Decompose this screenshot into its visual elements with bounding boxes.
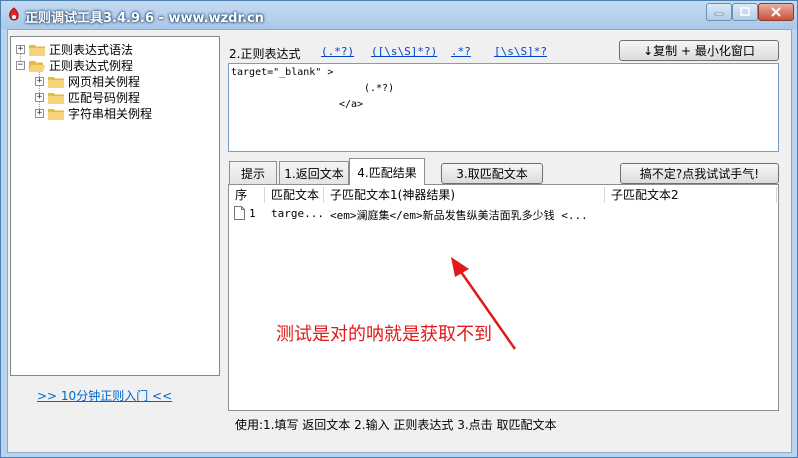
usage-instructions: 使用:1.填写 返回文本 2.输入 正则表达式 3.点击 取匹配文本 — [235, 418, 557, 432]
tab-match-results[interactable]: 4.匹配结果 — [349, 158, 425, 185]
row-match: targe... — [271, 207, 324, 220]
maximize-icon — [740, 7, 750, 16]
tree-item-web[interactable]: + 网页相关例程 — [35, 73, 140, 89]
tab-source-text[interactable]: 1.返回文本 — [279, 161, 349, 184]
column-header-match[interactable]: 匹配文本 — [265, 187, 324, 203]
quick-insert-any-lazy[interactable]: ([\s\S]*?) — [371, 45, 437, 58]
regex-line: target="_blank" > — [231, 67, 334, 78]
table-row[interactable]: 1 targe... <em>澜庭集</em>新品发售纵美洁面乳多少钱 <... — [229, 205, 777, 223]
column-header-sub1[interactable]: 子匹配文本1(神器结果) — [324, 187, 605, 203]
tree-item-syntax[interactable]: + 正则表达式语法 — [16, 41, 133, 57]
intro-link[interactable]: >> 10分钟正则入门 << — [37, 387, 172, 404]
expand-icon[interactable]: + — [35, 76, 44, 86]
tab-hint[interactable]: 提示 — [229, 161, 277, 184]
title-bar[interactable]: 正则调试工具3.4.9.6 - www.wzdr.cn — [1, 1, 797, 29]
folder-icon — [48, 92, 64, 104]
document-icon — [234, 206, 245, 220]
regex-line: (.*?) — [364, 83, 395, 94]
tree-item-examples[interactable]: − 正则表达式例程 — [16, 57, 133, 73]
quick-insert-dot-lazy[interactable]: .*? — [451, 45, 471, 58]
tree-item-label: 网页相关例程 — [68, 74, 141, 89]
collapse-icon[interactable]: − — [16, 60, 25, 70]
app-icon — [9, 7, 19, 21]
results-panel: 序 匹配文本 子匹配文本1(神器结果) 子匹配文本2 1 targe... <e… — [228, 184, 779, 411]
annotation-text: 测试是对的呐就是获取不到 — [276, 324, 492, 345]
regex-label: 2.正则表达式 — [229, 47, 301, 61]
window-title: 正则调试工具3.4.9.6 - www.wzdr.cn — [25, 11, 264, 26]
expand-icon[interactable]: + — [35, 92, 44, 102]
expand-icon[interactable]: + — [16, 44, 25, 54]
row-index: 1 — [249, 207, 256, 220]
regex-line: </a> — [339, 99, 364, 110]
folder-icon — [48, 76, 64, 88]
client-area: + 正则表达式语法 − 正则表达式例程 + 网页相关例程 + 匹配号码例程 + — [7, 29, 792, 453]
folder-open-icon — [29, 60, 45, 72]
tree-item-label: 字符串相关例程 — [68, 106, 153, 121]
tree-item-string[interactable]: + 字符串相关例程 — [35, 105, 152, 121]
try-luck-button[interactable]: 搞不定?点我试试手气! — [620, 163, 779, 184]
expand-icon[interactable]: + — [35, 108, 44, 118]
tree-item-label: 匹配号码例程 — [68, 90, 141, 105]
quick-insert-lazy[interactable]: (.*?) — [321, 45, 354, 58]
example-tree[interactable]: + 正则表达式语法 − 正则表达式例程 + 网页相关例程 + 匹配号码例程 + — [10, 36, 220, 376]
column-header-sub2[interactable]: 子匹配文本2 — [605, 187, 777, 203]
copy-minimize-button[interactable]: ↓复制 + 最小化窗口 — [619, 40, 779, 61]
get-match-button[interactable]: 3.取匹配文本 — [441, 163, 543, 184]
tree-item-label: 正则表达式例程 — [49, 58, 134, 73]
quick-insert-ws-lazy[interactable]: [\s\S]*? — [494, 45, 547, 58]
tree-item-label: 正则表达式语法 — [49, 42, 134, 57]
maximize-button[interactable] — [732, 3, 758, 21]
close-icon — [771, 7, 781, 17]
column-header-index[interactable]: 序 — [229, 187, 265, 203]
close-button[interactable] — [758, 3, 794, 21]
minimize-button[interactable] — [706, 3, 732, 21]
regex-input[interactable]: target="_blank" > (.*?) </a> — [228, 63, 779, 152]
tree-item-number[interactable]: + 匹配号码例程 — [35, 89, 140, 105]
minimize-icon — [714, 12, 724, 16]
app-window: 正则调试工具3.4.9.6 - www.wzdr.cn + 正则表达式语法 − … — [0, 0, 798, 458]
folder-icon — [29, 44, 45, 56]
row-sub1: <em>澜庭集</em>新品发售纵美洁面乳多少钱 <... — [330, 209, 588, 222]
folder-icon — [48, 108, 64, 120]
